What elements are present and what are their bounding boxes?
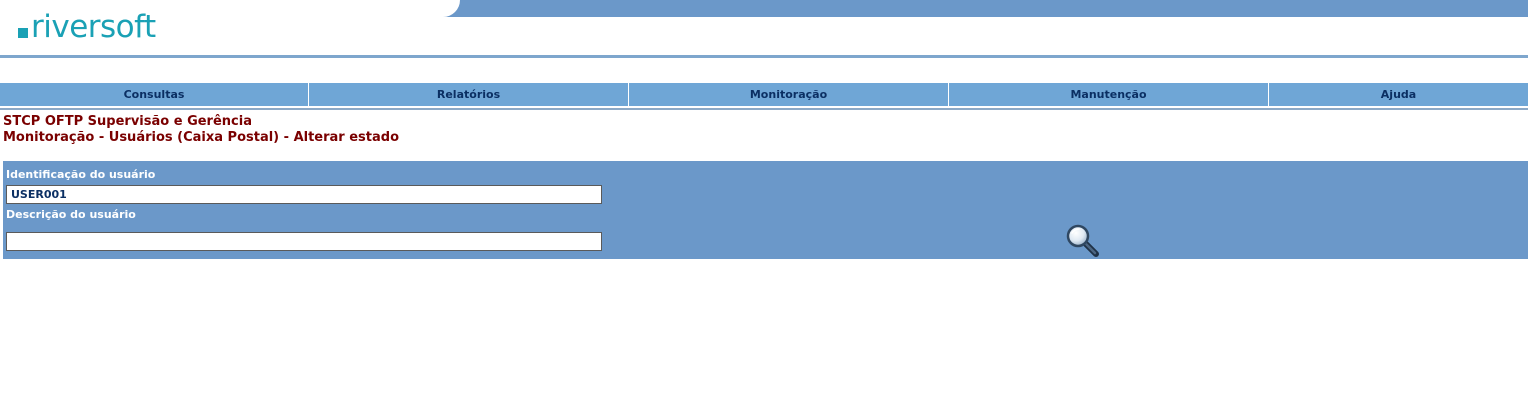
menu-item-manutencao[interactable]: Manutenção: [949, 83, 1269, 106]
logo-square-icon: [18, 28, 28, 38]
menu-item-monitoracao[interactable]: Monitoração: [629, 83, 949, 106]
search-form-panel: Identificação do usuário Descrição do us…: [3, 161, 1528, 259]
logo-text: riversoft: [31, 9, 156, 45]
header: riversoft: [0, 0, 1528, 58]
menu-item-ajuda[interactable]: Ajuda: [1269, 83, 1528, 106]
user-id-input[interactable]: [6, 185, 602, 204]
user-id-label: Identificação do usuário: [6, 168, 156, 181]
header-divider: [0, 55, 1528, 58]
page-titles: STCP OFTP Supervisão e Gerência Monitora…: [3, 114, 399, 146]
riversoft-logo: riversoft: [18, 4, 156, 44]
magnifier-icon: [1066, 224, 1099, 257]
app-title: STCP OFTP Supervisão e Gerência: [3, 114, 252, 129]
user-description-label: Descrição do usuário: [6, 208, 136, 221]
page-title: Monitoração - Usuários (Caixa Postal) - …: [3, 130, 400, 145]
menu-item-relatorios[interactable]: Relatórios: [309, 83, 629, 106]
header-top-bar: [440, 0, 1528, 17]
menu-item-consultas[interactable]: Consultas: [0, 83, 309, 106]
main-menu: Consultas Relatórios Monitoração Manuten…: [0, 83, 1528, 106]
search-button[interactable]: [1065, 224, 1101, 258]
user-description-input[interactable]: [6, 232, 602, 251]
menu-divider: [0, 108, 1528, 110]
